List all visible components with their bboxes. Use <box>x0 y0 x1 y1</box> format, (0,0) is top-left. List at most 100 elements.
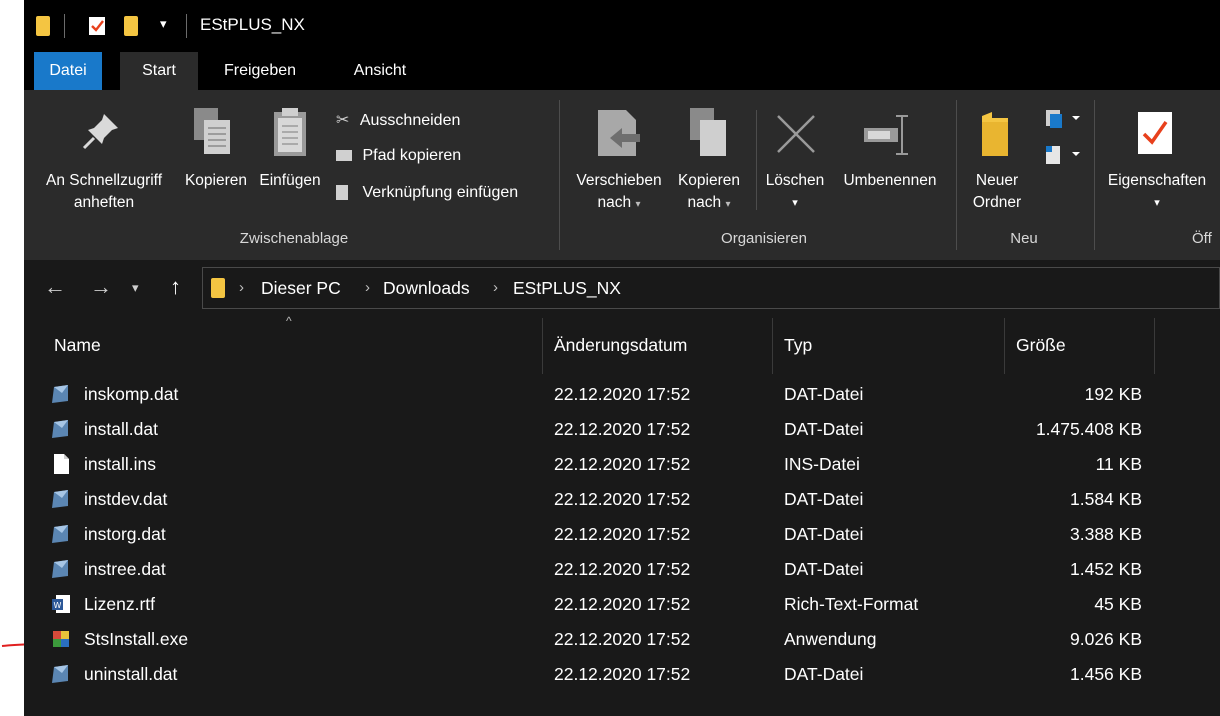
recent-locations-chevron-icon[interactable]: ▾ <box>132 280 139 296</box>
move-to-button[interactable]: Verschieben nach ▾ <box>564 170 674 216</box>
cut-button[interactable]: ✂ Ausschneiden <box>336 110 460 130</box>
pin-label-line2: anheften <box>73 194 135 211</box>
delete-label: Löschen <box>765 172 825 189</box>
tab-datei[interactable]: Datei <box>34 52 102 90</box>
pin-label-line1: An Schnellzugriff <box>45 172 163 189</box>
copy-to-button[interactable]: Kopieren nach ▾ <box>664 170 754 216</box>
file-row[interactable]: inskomp.dat 22.12.2020 17:52 DAT-Datei 1… <box>24 378 1220 413</box>
new-folder-icon <box>982 112 1008 156</box>
column-header-size[interactable]: Größe <box>1016 335 1066 356</box>
tab-ansicht[interactable]: Ansicht <box>334 52 426 90</box>
dat-file-icon <box>52 420 68 438</box>
chevron-down-icon: ▾ <box>1154 197 1160 209</box>
folder-icon <box>36 16 50 36</box>
copy-button[interactable]: Kopieren <box>176 170 256 192</box>
file-row[interactable]: install.ins 22.12.2020 17:52 INS-Datei 1… <box>24 448 1220 483</box>
dat-file-icon <box>52 560 68 578</box>
new-folder-line2: Ordner <box>972 194 1022 211</box>
tab-freigeben[interactable]: Freigeben <box>204 52 316 90</box>
navigation-bar: ← → ▾ ↑ › Dieser PC › Downloads › EStPLU… <box>24 260 1220 318</box>
file-size: 1.475.408 KB <box>1035 419 1142 439</box>
file-date: 22.12.2020 17:52 <box>554 454 691 474</box>
file-type: INS-Datei <box>784 454 860 474</box>
dat-file-icon <box>52 665 68 683</box>
file-row[interactable]: instdev.dat 22.12.2020 17:52 DAT-Datei 1… <box>24 483 1220 518</box>
file-row[interactable]: install.dat 22.12.2020 17:52 DAT-Datei 1… <box>24 413 1220 448</box>
word-rtf-icon: W <box>52 595 70 613</box>
file-size: 3.388 KB <box>1070 524 1142 544</box>
file-date: 22.12.2020 17:52 <box>554 594 691 614</box>
address-bar[interactable]: › Dieser PC › Downloads › EStPLUS_NX <box>202 267 1220 309</box>
file-size: 9.026 KB <box>1070 629 1142 649</box>
file-type: Anwendung <box>784 629 877 649</box>
customize-quick-access-icon[interactable]: ▾ <box>160 16 167 32</box>
breadcrumb-dieser-pc[interactable]: Dieser PC <box>261 278 341 299</box>
file-type: DAT-Datei <box>784 559 864 579</box>
copy-to-line2: nach ▾ <box>687 194 731 211</box>
dat-file-icon <box>52 385 68 403</box>
file-name: StsInstall.exe <box>84 629 189 649</box>
properties-button[interactable]: Eigenschaften ▾ <box>1102 170 1212 214</box>
new-folder-quick-icon[interactable] <box>124 16 138 36</box>
title-bar: ▾ EStPLUS_NX <box>24 0 1220 52</box>
pin-icon <box>82 114 118 150</box>
new-folder-button[interactable]: Neuer Ordner <box>964 170 1030 214</box>
tab-start[interactable]: Start <box>120 52 198 90</box>
file-name: install.dat <box>84 419 158 439</box>
new-folder-line1: Neuer <box>975 172 1019 189</box>
file-name: instdev.dat <box>84 489 168 509</box>
easy-access-icon[interactable] <box>1042 144 1084 166</box>
paste-button[interactable]: Einfügen <box>252 170 328 192</box>
breadcrumb-downloads[interactable]: Downloads <box>383 278 470 299</box>
file-date: 22.12.2020 17:52 <box>554 419 691 439</box>
ribbon-tabs: Datei Start Freigeben Ansicht <box>24 52 1220 90</box>
file-row[interactable]: instree.dat 22.12.2020 17:52 DAT-Datei 1… <box>24 553 1220 588</box>
paste-shortcut-button[interactable]: Verknüpfung einfügen <box>336 184 518 202</box>
back-arrow-icon[interactable]: ← <box>44 274 66 300</box>
dat-file-icon <box>52 490 68 508</box>
scissors-icon: ✂ <box>336 112 350 129</box>
file-list: inskomp.dat 22.12.2020 17:52 DAT-Datei 1… <box>24 378 1220 708</box>
column-header-type[interactable]: Typ <box>784 335 812 356</box>
rename-button[interactable]: Umbenennen <box>832 170 948 192</box>
copy-icon <box>194 108 230 154</box>
column-header-date[interactable]: Änderungsdatum <box>554 335 687 356</box>
window-title: EStPLUS_NX <box>200 15 305 34</box>
file-row[interactable]: StsInstall.exe 22.12.2020 17:52 Anwendun… <box>24 623 1220 658</box>
file-row[interactable]: instorg.dat 22.12.2020 17:52 DAT-Datei 3… <box>24 518 1220 553</box>
move-to-icon <box>598 110 640 156</box>
file-size: 11 KB <box>1095 454 1142 474</box>
chevron-down-icon: ▾ <box>725 199 731 210</box>
file-size: 1.456 KB <box>1070 664 1142 684</box>
new-item-icon[interactable] <box>1042 108 1084 130</box>
breadcrumb-estplus[interactable]: EStPLUS_NX <box>513 278 621 299</box>
file-size: 1.452 KB <box>1070 559 1142 579</box>
file-date: 22.12.2020 17:52 <box>554 559 691 579</box>
file-size: 192 KB <box>1084 384 1142 404</box>
file-date: 22.12.2020 17:52 <box>554 489 691 509</box>
file-name: Lizenz.rtf <box>84 594 155 614</box>
file-date: 22.12.2020 17:52 <box>554 384 691 404</box>
group-label-open: Öff <box>1192 230 1212 247</box>
column-header-name[interactable]: Name <box>54 335 101 356</box>
properties-quick-icon[interactable] <box>88 16 106 36</box>
file-row[interactable]: uninstall.dat 22.12.2020 17:52 DAT-Datei… <box>24 658 1220 693</box>
pin-to-quick-access-button[interactable]: An Schnellzugriff anheften <box>34 170 174 214</box>
copy-path-label: Pfad kopieren <box>362 147 462 164</box>
file-row[interactable]: W Lizenz.rtf 22.12.2020 17:52 Rich-Text-… <box>24 588 1220 623</box>
up-arrow-icon[interactable]: ↑ <box>170 274 181 300</box>
dat-file-icon <box>52 525 68 543</box>
forward-arrow-icon[interactable]: → <box>90 274 112 300</box>
file-size: 45 KB <box>1094 594 1142 614</box>
properties-icon <box>1138 112 1172 154</box>
delete-button[interactable]: Löschen ▾ <box>756 170 834 214</box>
installer-exe-icon <box>53 631 69 647</box>
file-type: DAT-Datei <box>784 664 864 684</box>
move-to-line1: Verschieben <box>576 172 662 189</box>
file-name: instorg.dat <box>84 524 166 544</box>
file-name: uninstall.dat <box>84 664 178 684</box>
blank-file-icon <box>54 454 69 474</box>
copy-path-button[interactable]: Pfad kopieren <box>336 147 461 165</box>
file-type: DAT-Datei <box>784 384 864 404</box>
paste-shortcut-label: Verknüpfung einfügen <box>362 184 519 201</box>
